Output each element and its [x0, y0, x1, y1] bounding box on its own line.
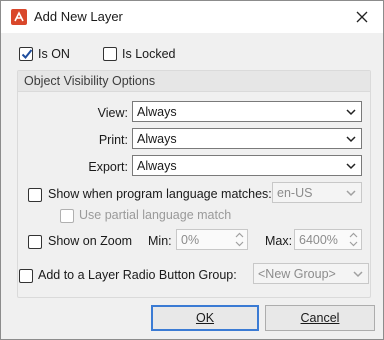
cancel-label: Cancel [300, 311, 340, 325]
add-new-layer-dialog: Add New Layer Is ON Is Locked Object Vis… [0, 0, 384, 340]
print-label: Print: [98, 133, 128, 147]
dialog-body: Is ON Is Locked Object Visibility Option… [1, 33, 383, 339]
export-value: Always [137, 159, 177, 173]
show-on-zoom-checkbox[interactable] [28, 235, 42, 249]
dialog-title: Add New Layer [34, 9, 123, 24]
chevron-down-icon [346, 190, 356, 197]
chevron-down-icon [346, 136, 356, 143]
min-zoom-value: 0% [181, 233, 200, 247]
spinner-arrows-icon [349, 232, 358, 247]
chevron-down-icon [346, 109, 356, 116]
radio-group-label: Add to a Layer Radio Button Group: [38, 268, 237, 282]
is-on-label: Is ON [38, 47, 70, 61]
max-zoom-value: 6400% [299, 233, 338, 247]
language-value: en-US [277, 186, 313, 200]
partial-match-checkbox[interactable] [60, 209, 74, 223]
max-label: Max: [265, 234, 293, 248]
radio-group-checkbox[interactable] [19, 269, 33, 283]
print-select[interactable]: Always [132, 128, 362, 149]
view-value: Always [137, 105, 177, 119]
close-icon[interactable] [351, 6, 373, 28]
show-on-zoom-label: Show on Zoom [48, 234, 133, 248]
radio-group-value: <New Group> [258, 267, 336, 281]
min-zoom-input[interactable]: 0% [176, 229, 248, 250]
group-title: Object Visibility Options [24, 74, 156, 88]
ok-button[interactable]: OK [151, 305, 259, 331]
cancel-button[interactable]: Cancel [265, 305, 375, 331]
app-logo-icon [11, 9, 27, 25]
export-label: Export: [88, 160, 128, 174]
chevron-down-icon [346, 163, 356, 170]
ok-label: OK [195, 311, 215, 325]
checkmark-icon [21, 49, 33, 59]
view-label: View: [97, 106, 128, 120]
is-locked-checkbox[interactable] [103, 47, 117, 61]
is-locked-label: Is Locked [122, 47, 176, 61]
group-header: Object Visibility Options [18, 71, 370, 92]
radio-group-select[interactable]: <New Group> [253, 263, 369, 284]
language-select[interactable]: en-US [272, 182, 362, 203]
chevron-down-icon [353, 271, 363, 278]
print-value: Always [137, 132, 177, 146]
title-bar: Add New Layer [1, 1, 383, 33]
language-match-checkbox[interactable] [28, 188, 42, 202]
max-zoom-input[interactable]: 6400% [294, 229, 362, 250]
language-match-label: Show when program language matches: [48, 187, 272, 201]
min-label: Min: [148, 234, 172, 248]
spinner-arrows-icon [235, 232, 244, 247]
is-on-checkbox[interactable] [19, 47, 33, 61]
export-select[interactable]: Always [132, 155, 362, 176]
partial-match-label: Use partial language match [79, 208, 232, 222]
view-select[interactable]: Always [132, 101, 362, 122]
